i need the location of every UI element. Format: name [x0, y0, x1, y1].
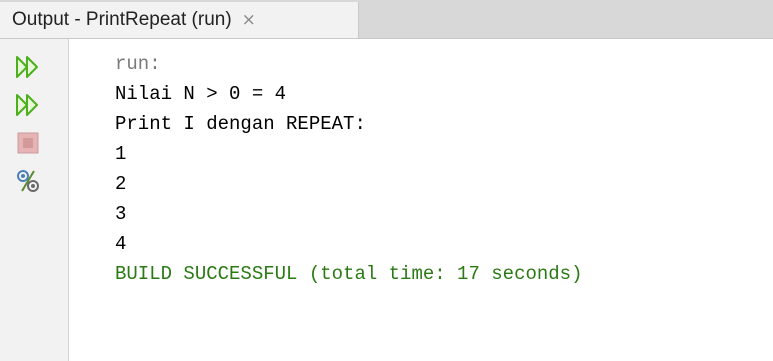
- output-window: Output - PrintRepeat (run) × run: Nilai …: [0, 0, 773, 361]
- tab-title: Output - PrintRepeat (run): [12, 9, 232, 30]
- settings-button[interactable]: [14, 167, 42, 195]
- close-icon[interactable]: ×: [242, 11, 256, 29]
- settings-icon: [17, 170, 39, 192]
- stop-icon: [17, 132, 39, 154]
- console-line-input: Nilai N > 0 = 4: [115, 83, 287, 105]
- output-toolbar: [0, 39, 69, 361]
- rerun-button[interactable]: [14, 53, 42, 81]
- tab-bar: Output - PrintRepeat (run) ×: [0, 0, 773, 39]
- tab-output-printrepeat[interactable]: Output - PrintRepeat (run) ×: [0, 2, 359, 38]
- rerun-icon: [16, 56, 38, 78]
- console-line-value: 2: [115, 173, 127, 195]
- console-line-value: 3: [115, 203, 127, 225]
- console-line-value: 4: [115, 233, 127, 255]
- console-line-build-status: BUILD SUCCESSFUL (total time: 17 seconds…: [115, 263, 583, 285]
- rerun-with-options-icon: [16, 94, 38, 116]
- console-line-run: run:: [115, 53, 161, 75]
- console-output[interactable]: run: Nilai N > 0 = 4 Print I dengan REPE…: [69, 39, 773, 361]
- stop-button[interactable]: [14, 129, 42, 157]
- rerun-with-options-button[interactable]: [14, 91, 42, 119]
- console-line-header: Print I dengan REPEAT:: [115, 113, 366, 135]
- console-line-value: 1: [115, 143, 127, 165]
